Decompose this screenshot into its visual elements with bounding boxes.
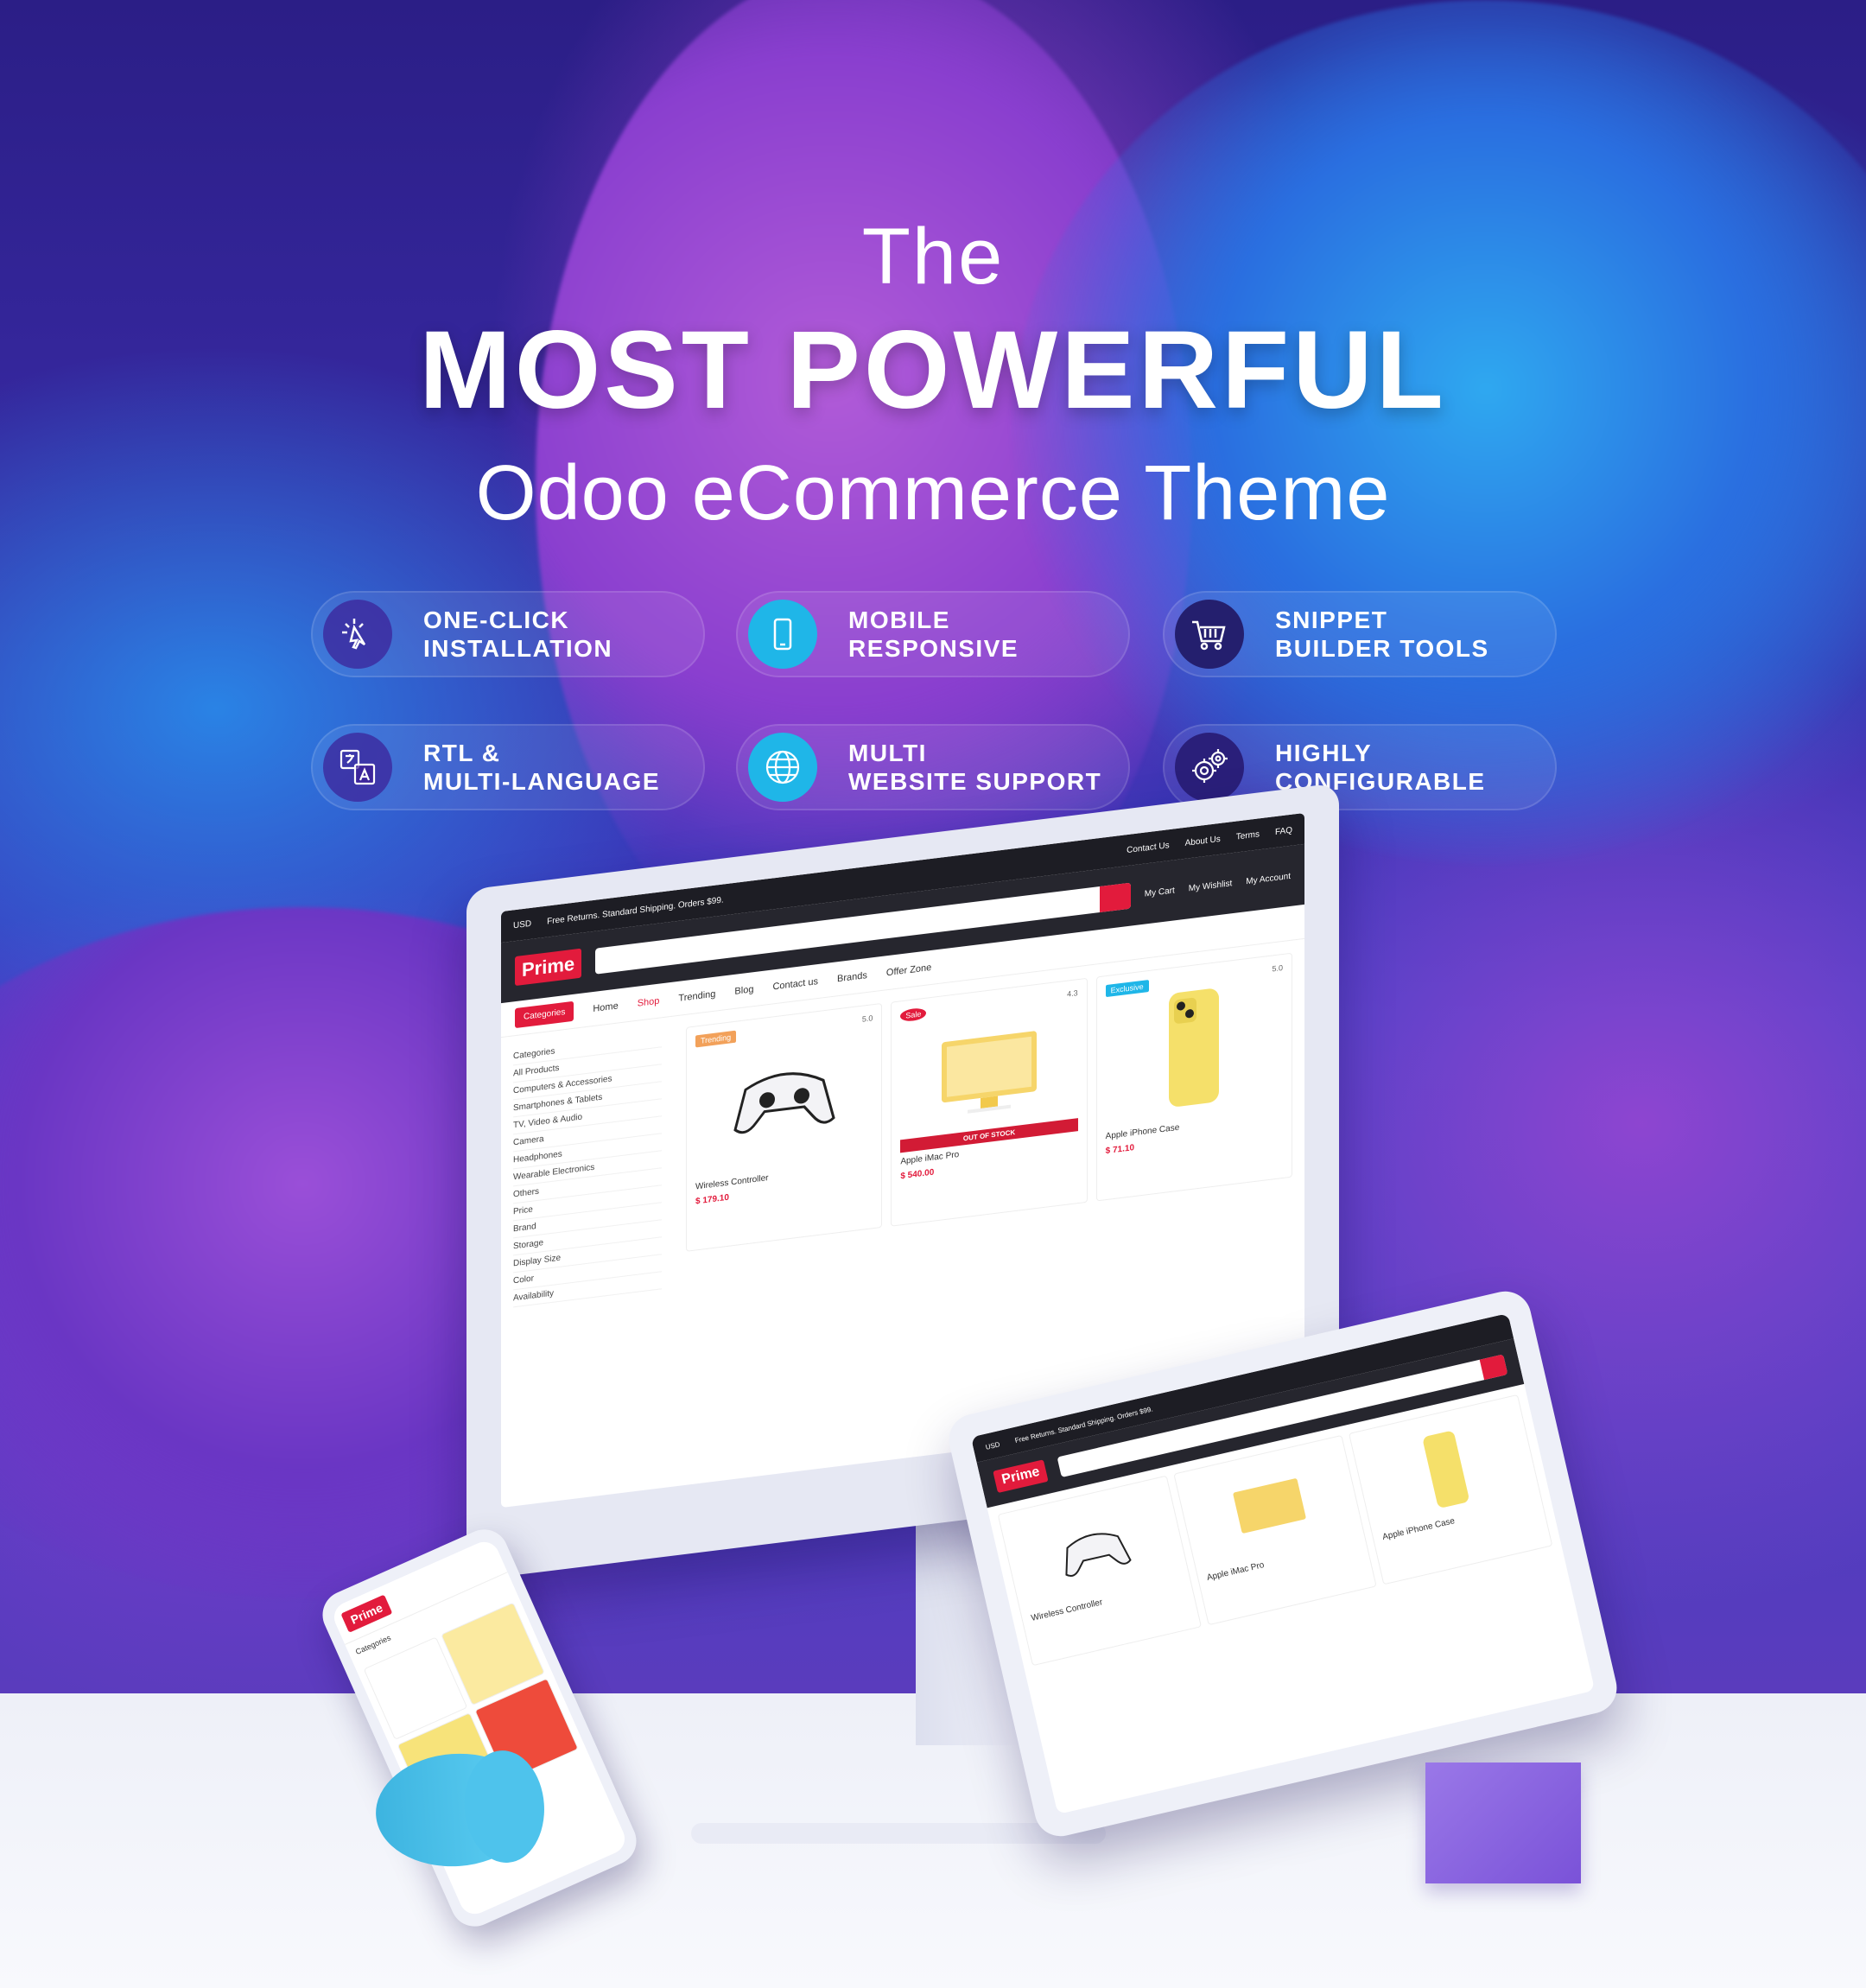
feature-line1: MOBILE: [848, 607, 950, 633]
product-card[interactable]: Exclusive 5.0 Apple iPhone Case $ 71.10: [1095, 952, 1292, 1202]
gears-icon: [1175, 733, 1244, 802]
product-rating: 4.3: [1067, 988, 1078, 999]
store-logo[interactable]: Prime: [515, 948, 582, 987]
top-link-contact[interactable]: Contact Us: [1127, 841, 1169, 855]
search-icon[interactable]: [1099, 882, 1131, 913]
top-link-faq[interactable]: FAQ: [1275, 825, 1292, 836]
headline-main: MOST POWERFUL: [419, 308, 1447, 432]
product-card[interactable]: Apple iPhone Case: [1349, 1394, 1553, 1585]
feature-line1: RTL &: [423, 740, 501, 766]
headline-subtitle: Odoo eCommerce Theme: [475, 450, 1391, 537]
feature-line1: MULTI: [848, 740, 927, 766]
feature-line1: HIGHLY: [1275, 740, 1373, 766]
feature-line2: BUILDER TOOLS: [1275, 635, 1489, 662]
store-sidebar: Categories All Products Computers & Acce…: [501, 1017, 674, 1322]
tablet-logo[interactable]: Prime: [993, 1459, 1050, 1494]
translate-icon: [323, 733, 392, 802]
product-rating: 5.0: [1272, 962, 1283, 974]
my-wishlist-link[interactable]: My Wishlist: [1189, 879, 1233, 893]
my-cart-link[interactable]: My Cart: [1145, 886, 1175, 899]
product-rating: 5.0: [861, 1013, 873, 1024]
top-link-about[interactable]: About Us: [1185, 834, 1221, 848]
menu-shop[interactable]: Shop: [638, 995, 660, 1008]
globe-icon: [748, 733, 817, 802]
menu-trending[interactable]: Trending: [678, 988, 715, 1003]
feature-line2: MULTI-LANGUAGE: [423, 768, 660, 795]
currency-select[interactable]: USD: [513, 918, 531, 930]
product-card[interactable]: Sale 4.3 OUT OF STOCK Apple iMac Pro $ 5…: [891, 977, 1088, 1227]
feature-line1: ONE-CLICK: [423, 607, 570, 633]
feature-rtl-multi-language: RTL & MULTI-LANGUAGE: [311, 724, 705, 810]
decorative-cube: [1425, 1763, 1581, 1883]
product-card[interactable]: Trending 5.0 Wireless Controller $ 179.1…: [686, 1002, 883, 1252]
headline-the: The: [861, 213, 1005, 301]
feature-line2: WEBSITE SUPPORT: [848, 768, 1102, 795]
cart-icon: [1175, 600, 1244, 669]
menu-contact[interactable]: Contact us: [772, 976, 818, 992]
product-card[interactable]: Apple iMac Pro: [1172, 1434, 1378, 1626]
categories-button[interactable]: Categories: [515, 1000, 574, 1029]
pointer-click-icon: [323, 600, 392, 669]
feature-line2: INSTALLATION: [423, 635, 613, 662]
product-card[interactable]: Wireless Controller: [997, 1475, 1202, 1667]
menu-home[interactable]: Home: [593, 1000, 618, 1014]
feature-mobile-responsive: MOBILE RESPONSIVE: [736, 591, 1130, 677]
feature-snippet-builder-tools: SNIPPET BUILDER TOOLS: [1163, 591, 1557, 677]
search-icon[interactable]: [1479, 1354, 1508, 1381]
feature-line2: RESPONSIVE: [848, 635, 1019, 662]
menu-offer-zone[interactable]: Offer Zone: [886, 962, 931, 977]
top-link-terms[interactable]: Terms: [1236, 829, 1260, 842]
menu-brands[interactable]: Brands: [837, 970, 867, 984]
tablet-currency[interactable]: USD: [985, 1440, 1000, 1451]
smartphone-icon: [748, 600, 817, 669]
menu-blog[interactable]: Blog: [734, 984, 753, 997]
feature-multi-website-support: MULTI WEBSITE SUPPORT: [736, 724, 1130, 810]
feature-line1: SNIPPET: [1275, 607, 1388, 633]
feature-one-click-installation: ONE-CLICK INSTALLATION: [311, 591, 705, 677]
my-account-link[interactable]: My Account: [1246, 871, 1291, 886]
